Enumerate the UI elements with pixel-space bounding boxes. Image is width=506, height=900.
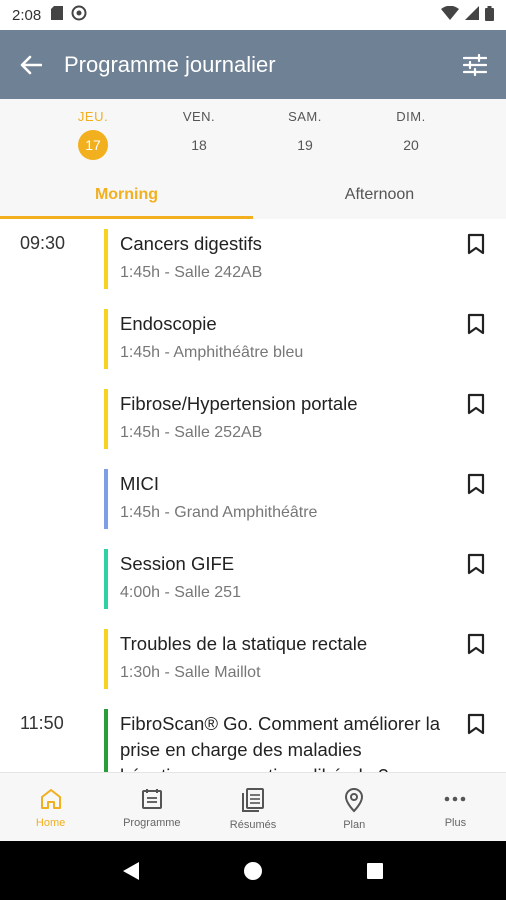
filter-button[interactable] <box>460 50 490 80</box>
battery-icon <box>485 5 494 25</box>
day-number: 19 <box>297 137 313 153</box>
day-number: 20 <box>403 137 419 153</box>
home-icon <box>40 789 61 809</box>
nav-plan[interactable]: Plan <box>304 773 405 841</box>
status-time: 2:08 <box>12 6 42 24</box>
bookmark-button[interactable] <box>446 459 506 539</box>
session-time <box>0 539 104 619</box>
back-button[interactable] <box>16 50 46 80</box>
system-navigation <box>0 841 506 900</box>
session-title: Session GIFE <box>120 553 235 574</box>
app-bar: Programme journalier <box>0 30 506 99</box>
bookmark-icon <box>467 633 485 655</box>
signal-icon <box>465 6 479 24</box>
session-time: 11:50 <box>20 713 64 733</box>
nav-label: Résumés <box>229 819 277 831</box>
bookmark-icon <box>467 393 485 415</box>
nav-label: Plus <box>444 817 467 829</box>
session-time <box>0 459 104 539</box>
arrow-back-icon <box>20 55 42 74</box>
bookmark-icon <box>467 473 485 495</box>
day-name: JEU. <box>77 109 109 124</box>
day-saturday[interactable]: SAM. 19 <box>252 99 358 171</box>
bookmark-button[interactable] <box>446 619 506 699</box>
day-number: 17 <box>78 130 108 160</box>
session-subtitle: 1:45h - Salle 242AB <box>120 264 263 281</box>
session-item[interactable]: Troubles de la statique rectale 1:30h - … <box>0 619 506 699</box>
nav-plus[interactable]: Plus <box>405 773 506 841</box>
session-title: Fibrose/Hypertension portale <box>120 393 358 414</box>
day-name: DIM. <box>396 109 426 124</box>
wifi-icon <box>441 5 459 24</box>
session-subtitle: 1:45h - Grand Amphithéâtre <box>120 504 318 521</box>
bookmark-button[interactable] <box>446 379 506 459</box>
bookmark-button[interactable] <box>446 539 506 619</box>
day-selector: JEU. 17 VEN. 18 SAM. 19 DIM. 20 <box>0 99 506 171</box>
documents-icon <box>242 788 264 812</box>
session-subtitle: 1:45h - Salle 252AB <box>120 424 263 441</box>
bookmark-icon <box>467 553 485 575</box>
session-item[interactable]: 09:30 Cancers digestifs 1:45h - Salle 24… <box>0 219 506 299</box>
day-friday[interactable]: VEN. 18 <box>146 99 252 171</box>
bookmark-button[interactable] <box>446 299 506 379</box>
session-item[interactable]: 11:50 FibroScan® Go. Comment améliorer l… <box>0 699 506 772</box>
more-icon <box>445 796 466 802</box>
day-thursday[interactable]: JEU. 17 <box>40 99 146 171</box>
page-title: Programme journalier <box>64 51 276 77</box>
session-subtitle: 1:30h - Salle Maillot <box>120 664 261 681</box>
nav-label: Programme <box>123 817 181 829</box>
bookmark-icon <box>467 313 485 335</box>
system-back-button[interactable] <box>111 851 151 891</box>
system-recents-button[interactable] <box>355 851 395 891</box>
session-title: Cancers digestifs <box>120 233 262 254</box>
bookmark-button[interactable] <box>446 699 506 772</box>
nav-programme[interactable]: Programme <box>101 773 202 841</box>
circle-home-icon <box>244 861 262 880</box>
bookmark-icon <box>467 233 485 255</box>
session-item[interactable]: Fibrose/Hypertension portale 1:45h - Sal… <box>0 379 506 459</box>
system-home-button[interactable] <box>233 851 273 891</box>
day-sunday[interactable]: DIM. 20 <box>358 99 464 171</box>
status-bar: 2:08 <box>0 0 506 30</box>
session-subtitle: 4:00h - Salle 251 <box>120 584 241 601</box>
bookmark-icon <box>467 713 485 735</box>
tab-morning[interactable]: Morning <box>0 171 253 219</box>
session-item[interactable]: Endoscopie 1:45h - Amphithéâtre bleu <box>0 299 506 379</box>
session-time <box>0 619 104 699</box>
sliders-icon <box>463 53 487 76</box>
nav-home[interactable]: Home <box>0 773 101 841</box>
square-recents-icon <box>367 862 383 879</box>
triangle-back-icon <box>123 861 139 880</box>
period-tabs: Morning Afternoon <box>0 171 506 219</box>
session-list[interactable]: 09:30 Cancers digestifs 1:45h - Salle 24… <box>0 219 506 772</box>
day-name: VEN. <box>182 109 216 124</box>
session-time: 09:30 <box>20 233 66 253</box>
nav-label: Plan <box>343 819 366 831</box>
session-title: MICI <box>120 473 160 494</box>
session-item[interactable]: MICI 1:45h - Grand Amphithéâtre <box>0 459 506 539</box>
day-name: SAM. <box>288 109 322 124</box>
session-title: FibroScan® Go. Comment améliorer la pris… <box>120 713 441 772</box>
session-time <box>0 379 104 459</box>
calendar-list-icon <box>141 789 162 809</box>
bookmark-button[interactable] <box>446 219 506 299</box>
session-time <box>0 299 104 379</box>
session-title: Troubles de la statique rectale <box>120 633 368 654</box>
session-item[interactable]: Session GIFE 4:00h - Salle 251 <box>0 539 506 619</box>
sync-icon <box>71 5 87 25</box>
session-title: Endoscopie <box>120 313 217 334</box>
bottom-navigation: Home Programme Résumés Plan Plus <box>0 772 506 841</box>
day-number: 18 <box>191 137 207 153</box>
session-subtitle: 1:45h - Amphithéâtre bleu <box>120 344 304 361</box>
nav-resumes[interactable]: Résumés <box>202 773 303 841</box>
map-pin-icon <box>345 788 364 813</box>
sd-card-icon <box>51 6 64 24</box>
tab-afternoon[interactable]: Afternoon <box>253 171 506 219</box>
nav-label: Home <box>35 817 66 829</box>
